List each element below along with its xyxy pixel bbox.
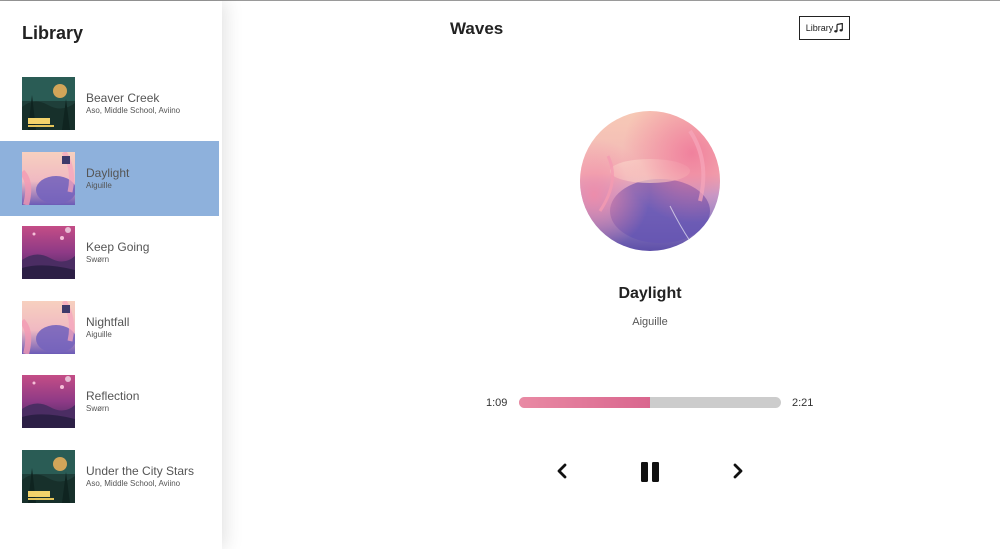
track-duration: 2:21 [792,397,814,409]
song-artist: Aso, Middle School, Aviino [86,106,181,115]
pause-icon [641,462,659,482]
library-song-item[interactable]: Keep Going Swørn [0,215,219,290]
song-thumbnail [22,77,75,130]
song-name: Daylight [86,165,130,180]
progress-slider[interactable] [519,397,781,408]
play-pause-button[interactable] [638,460,662,484]
library-title: Library [22,23,84,43]
library-sidebar: Library Beaver Creek Aso, Middle School, … [0,1,222,549]
next-track-button[interactable] [728,461,748,481]
song-name: Beaver Creek [86,91,160,105]
previous-track-button[interactable] [552,461,572,481]
library-song-item[interactable]: Daylight Aiguille [0,140,219,216]
song-artist: Aso, Middle School, Aviino [86,479,181,488]
album-cover [580,111,720,251]
song-name: Under the City Stars [86,464,195,478]
library-song-item[interactable]: Under the City Stars Aso, Middle School, … [0,439,219,514]
song-name: Reflection [86,389,140,404]
song-name: Nightfall [86,314,130,329]
library-toggle-button[interactable]: Library [799,16,850,40]
chevron-right-icon [733,463,743,479]
song-thumbnail [22,151,75,205]
song-artist: Aiguille [86,180,112,190]
library-song-item[interactable]: Beaver Creek Aso, Middle School, Aviino [0,66,219,141]
library-song-item[interactable]: Nightfall Aiguille [0,290,219,365]
progress-fill [519,397,650,408]
app-title: Waves [450,19,504,38]
song-artist: Aiguille [86,329,112,339]
song-artist: Swørn [86,255,110,265]
song-thumbnail [22,226,75,280]
song-name: Keep Going [86,240,150,255]
song-thumbnail [22,375,75,429]
music-note-icon [834,22,844,33]
current-time: 1:09 [486,397,508,409]
song-thumbnail [22,300,75,354]
library-button-label: Library [805,23,834,33]
library-song-item[interactable]: Reflection Swørn [0,364,219,439]
chevron-left-icon [557,463,567,479]
song-thumbnail [22,450,75,503]
song-artist: Swørn [86,404,110,414]
